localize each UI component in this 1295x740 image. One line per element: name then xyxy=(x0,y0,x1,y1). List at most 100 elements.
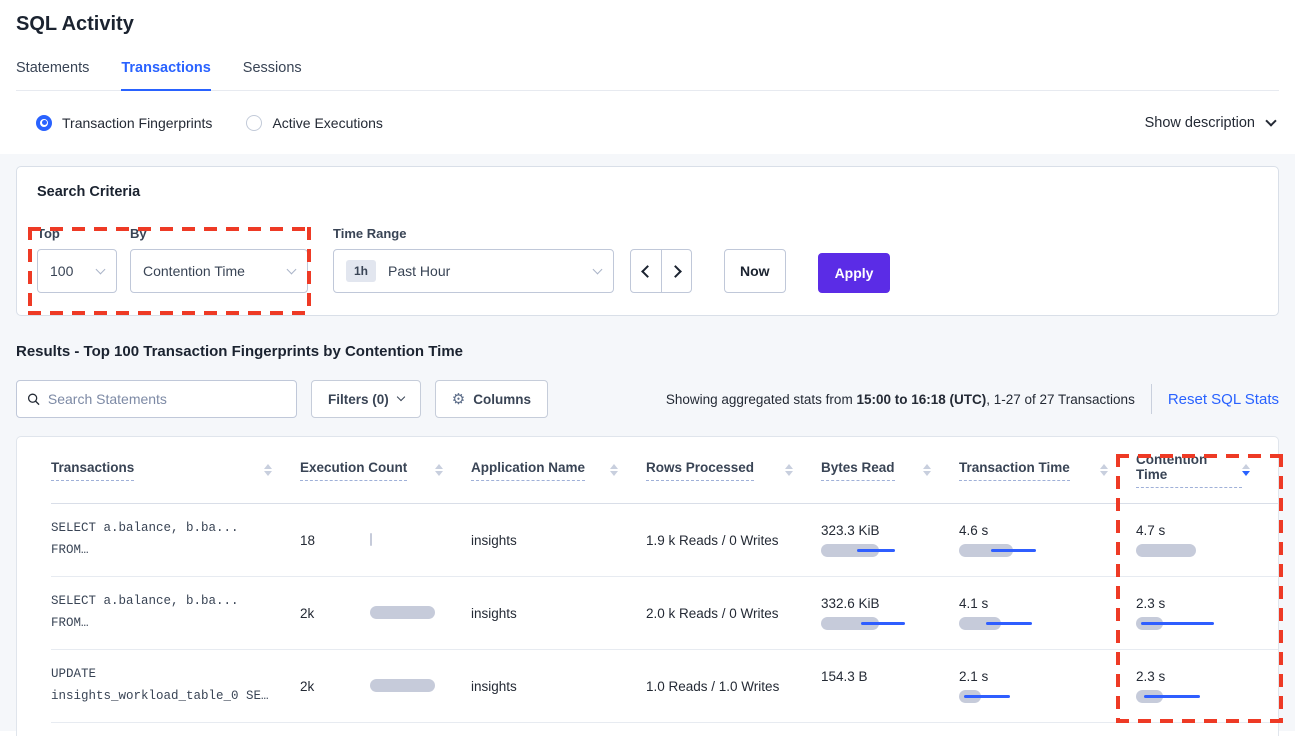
next-time-button[interactable] xyxy=(661,250,691,292)
by-select[interactable]: Contention Time xyxy=(130,249,308,293)
transaction-fingerprint-link[interactable]: SELECT a.balance, b.ba... FROM… xyxy=(51,591,300,635)
chevron-right-icon xyxy=(669,265,682,278)
radio-selected-icon[interactable] xyxy=(36,115,52,131)
transaction-fingerprint-link[interactable]: UPDATE insights_workload_table_0 SE… xyxy=(51,664,300,708)
bytes-read-bar xyxy=(821,617,931,631)
contention-time-cell: 2.3 s xyxy=(1136,669,1278,704)
contention-time-bar xyxy=(1136,690,1246,704)
table-row: SELECT a.balance, b.ba... FROM… 18 insig… xyxy=(51,504,1278,577)
columns-button[interactable]: ⚙ Columns xyxy=(435,380,548,418)
by-label: By xyxy=(130,226,308,241)
page-title: SQL Activity xyxy=(16,13,1279,36)
transaction-time-cell: 4.6 s xyxy=(959,523,1136,558)
chevron-down-icon xyxy=(1265,115,1276,126)
radio-active-executions[interactable]: Active Executions xyxy=(246,115,383,131)
sort-icon[interactable] xyxy=(610,464,618,476)
transaction-time-cell: 4.1 s xyxy=(959,596,1136,631)
time-range-select[interactable]: 1h Past Hour xyxy=(333,249,614,293)
sort-icon[interactable] xyxy=(785,464,793,476)
execution-count-bar xyxy=(370,679,471,693)
table-row: SELECT a.balance, b.ba... FROM… 2k insig… xyxy=(51,577,1278,650)
execution-count-cell: 18 xyxy=(300,533,471,548)
time-shift-buttons xyxy=(630,249,692,293)
contention-time-cell: 2.3 s xyxy=(1136,596,1278,631)
column-header-execution-count[interactable]: Execution Count xyxy=(300,460,471,481)
rows-processed-cell: 1.9 k Reads / 0 Writes xyxy=(646,533,821,548)
show-description-label: Show description xyxy=(1145,115,1255,131)
sort-icon[interactable] xyxy=(264,464,272,476)
rows-processed-cell: 1.0 Reads / 1.0 Writes xyxy=(646,679,821,694)
time-range-badge: 1h xyxy=(346,260,376,282)
search-statements-box[interactable] xyxy=(16,380,297,418)
reset-sql-stats-link[interactable]: Reset SQL Stats xyxy=(1168,391,1279,408)
chevron-down-icon xyxy=(397,393,405,401)
application-name-cell: insights xyxy=(471,606,646,621)
bytes-read-bar xyxy=(821,690,931,704)
previous-time-button[interactable] xyxy=(631,250,661,292)
column-header-rows-processed[interactable]: Rows Processed xyxy=(646,460,821,481)
sort-icon[interactable] xyxy=(1100,464,1108,476)
contention-time-bar xyxy=(1136,617,1246,631)
sort-icon-descending-active[interactable] xyxy=(1242,464,1250,476)
show-description-toggle[interactable]: Show description xyxy=(1145,115,1275,131)
radio-label: Active Executions xyxy=(272,115,383,131)
aggregated-stats-text: Showing aggregated stats from 15:00 to 1… xyxy=(666,392,1135,407)
sort-icon[interactable] xyxy=(923,464,931,476)
transaction-time-cell: 2.1 s xyxy=(959,669,1136,704)
filters-button[interactable]: Filters (0) xyxy=(311,380,421,418)
transaction-fingerprint-link[interactable]: SELECT a.balance, b.ba... FROM… xyxy=(51,518,300,562)
execution-count-bar xyxy=(370,533,471,547)
transaction-time-bar xyxy=(959,690,1069,704)
execution-count-bar xyxy=(370,606,471,620)
contention-time-cell: 4.7 s xyxy=(1136,523,1278,558)
radio-transaction-fingerprints[interactable]: Transaction Fingerprints xyxy=(36,115,212,131)
execution-count-cell: 2k xyxy=(300,679,471,694)
top-select-value: 100 xyxy=(50,263,73,279)
search-statements-input[interactable] xyxy=(48,391,286,407)
column-header-application-name[interactable]: Application Name xyxy=(471,460,646,481)
radio-label: Transaction Fingerprints xyxy=(62,115,212,131)
contention-time-bar xyxy=(1136,544,1246,558)
radio-unselected-icon[interactable] xyxy=(246,115,262,131)
chevron-left-icon xyxy=(641,265,654,278)
top-label: Top xyxy=(37,226,117,241)
filters-label: Filters (0) xyxy=(328,392,389,407)
results-heading: Results - Top 100 Transaction Fingerprin… xyxy=(16,343,1279,360)
tab-statements[interactable]: Statements xyxy=(16,60,89,90)
top-select[interactable]: 100 xyxy=(37,249,117,293)
apply-button[interactable]: Apply xyxy=(818,253,891,293)
column-header-contention-time[interactable]: Contention Time xyxy=(1136,452,1278,488)
execution-count-cell: 2k xyxy=(300,606,471,621)
gear-icon: ⚙ xyxy=(452,390,465,408)
time-range-value: Past Hour xyxy=(388,263,450,279)
content-area: Search Criteria Top 100 By Contention Ti… xyxy=(0,154,1295,731)
bytes-read-cell: 332.6 KiB xyxy=(821,596,959,631)
columns-label: Columns xyxy=(473,392,531,407)
tab-transactions[interactable]: Transactions xyxy=(121,60,210,91)
by-select-value: Contention Time xyxy=(143,263,245,279)
view-toggle-bar: Transaction Fingerprints Active Executio… xyxy=(0,91,1295,154)
top-field: Top 100 xyxy=(37,226,117,293)
column-header-bytes-read[interactable]: Bytes Read xyxy=(821,460,959,481)
application-name-cell: insights xyxy=(471,679,646,694)
application-name-cell: insights xyxy=(471,533,646,548)
chevron-down-icon xyxy=(287,265,297,275)
table-header-row: Transactions Execution Count Application… xyxy=(51,437,1278,504)
tab-sessions[interactable]: Sessions xyxy=(243,60,302,90)
transaction-time-bar xyxy=(959,544,1069,558)
search-criteria-card: Search Criteria Top 100 By Contention Ti… xyxy=(16,166,1279,316)
results-toolbar: Filters (0) ⚙ Columns Showing aggregated… xyxy=(16,380,1279,418)
vertical-divider xyxy=(1151,384,1152,414)
sort-icon[interactable] xyxy=(435,464,443,476)
column-header-transactions[interactable]: Transactions xyxy=(51,460,300,481)
time-range-label: Time Range xyxy=(333,226,614,241)
rows-processed-cell: 2.0 k Reads / 0 Writes xyxy=(646,606,821,621)
page-header: SQL Activity Statements Transactions Ses… xyxy=(0,0,1295,91)
time-range-field: Time Range 1h Past Hour xyxy=(333,226,614,293)
table-row: UPDATE insights_workload_table_0 SE… 2k … xyxy=(51,650,1278,723)
now-button[interactable]: Now xyxy=(724,249,786,293)
chevron-down-icon xyxy=(96,265,106,275)
bytes-read-bar xyxy=(821,544,931,558)
transaction-time-bar xyxy=(959,617,1069,631)
column-header-transaction-time[interactable]: Transaction Time xyxy=(959,460,1136,481)
